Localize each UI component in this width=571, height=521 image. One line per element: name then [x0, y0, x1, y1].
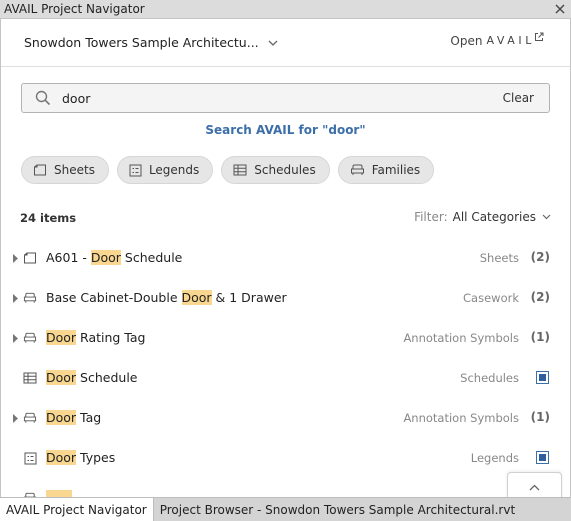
- item-count: (2): [530, 250, 550, 264]
- project-name: Snowdon Towers Sample Architectu...: [24, 35, 259, 50]
- search-highlight: Door: [46, 450, 77, 465]
- family-icon: [350, 164, 365, 176]
- legend-icon: [23, 451, 37, 465]
- search-highlight: Door: [46, 330, 77, 345]
- schedule-icon: [23, 371, 37, 385]
- legend-icon: [129, 164, 142, 177]
- search-highlight: Door: [90, 250, 121, 265]
- result-count: 24 items: [20, 211, 77, 225]
- list-item[interactable]: Door Rating Tag Annotation Symbols (1): [1, 318, 570, 358]
- search-highlight: Door: [181, 290, 212, 305]
- chip-legends[interactable]: Legends: [116, 156, 214, 184]
- clear-button[interactable]: Clear: [503, 91, 534, 105]
- item-name: Door Types: [46, 450, 116, 465]
- open-avail-prefix: Open: [450, 34, 483, 48]
- close-icon[interactable]: [553, 2, 567, 16]
- avail-brand: AVAIL: [486, 34, 535, 47]
- search-highlight: Door: [46, 410, 77, 425]
- tab-project-browser[interactable]: Project Browser - Snowdon Towers Sample …: [154, 498, 521, 521]
- navigator-panel: Snowdon Towers Sample Architectu... Open…: [0, 19, 571, 497]
- search-highlight: [46, 490, 72, 497]
- chevron-up-icon: [529, 480, 540, 494]
- window-titlebar: AVAIL Project Navigator: [0, 0, 571, 19]
- list-item[interactable]: [1, 478, 570, 497]
- item-category: Casework: [463, 291, 519, 305]
- search-input[interactable]: [62, 85, 482, 111]
- item-name-partial: [46, 490, 72, 497]
- item-count: (1): [530, 410, 550, 424]
- item-category: Schedules: [460, 371, 519, 385]
- item-category: Annotation Symbols: [403, 331, 519, 345]
- family-icon: [23, 331, 37, 345]
- family-icon: [23, 411, 37, 425]
- item-category: Annotation Symbols: [403, 411, 519, 425]
- list-item[interactable]: A601 - Door Schedule Sheets (2): [1, 238, 570, 278]
- item-name: Door Tag: [46, 410, 102, 425]
- item-category: Sheets: [479, 251, 519, 265]
- chip-label: Families: [371, 163, 421, 177]
- sheet-icon: [23, 251, 37, 265]
- list-item[interactable]: Door Tag Annotation Symbols (1): [1, 398, 570, 438]
- open-avail-button[interactable]: Open AVAIL: [450, 31, 544, 48]
- tab-avail-project-navigator[interactable]: AVAIL Project Navigator: [0, 498, 154, 521]
- chip-label: Legends: [148, 163, 200, 177]
- open-view-icon[interactable]: [536, 371, 549, 384]
- schedule-icon: [233, 164, 247, 176]
- expand-caret-icon[interactable]: [11, 413, 19, 423]
- chevron-down-icon: [268, 40, 278, 46]
- header-bar: Snowdon Towers Sample Architectu... Open…: [1, 19, 570, 67]
- item-count: (2): [530, 290, 550, 304]
- panel-tabs: AVAIL Project Navigator Project Browser …: [0, 497, 571, 521]
- project-dropdown[interactable]: Snowdon Towers Sample Architectu...: [24, 35, 278, 50]
- family-icon: [23, 291, 37, 305]
- category-filter[interactable]: Filter: All Categories: [414, 210, 551, 224]
- expand-caret-icon[interactable]: [11, 293, 19, 303]
- item-name: A601 - Door Schedule: [46, 250, 183, 265]
- chip-families[interactable]: Families: [337, 156, 435, 184]
- expand-caret-icon[interactable]: [11, 333, 19, 343]
- item-category: Legends: [470, 451, 519, 465]
- chevron-down-icon: [542, 214, 551, 220]
- search-icon: [22, 83, 62, 113]
- expand-caret-icon[interactable]: [11, 253, 19, 263]
- filter-label: Filter:: [414, 210, 448, 224]
- item-count: (1): [530, 330, 550, 344]
- category-chips: Sheets Legends Schedules Families: [21, 156, 442, 184]
- item-name: Door Schedule: [46, 370, 138, 385]
- search-avail-link[interactable]: Search AVAIL for "door": [1, 123, 570, 137]
- external-link-icon: [534, 31, 544, 45]
- chip-schedules[interactable]: Schedules: [221, 156, 330, 184]
- results-list: A601 - Door Schedule Sheets (2) Base Cab…: [1, 238, 570, 497]
- window-title: AVAIL Project Navigator: [4, 2, 145, 16]
- search-box: Clear: [21, 83, 550, 113]
- open-view-icon[interactable]: [536, 451, 549, 464]
- list-item[interactable]: Door Types Legends: [1, 438, 570, 478]
- item-name: Door Rating Tag: [46, 330, 146, 345]
- chip-label: Sheets: [54, 163, 95, 177]
- filter-value[interactable]: All Categories: [453, 210, 536, 224]
- list-item[interactable]: Base Cabinet-Double Door & 1 Drawer Case…: [1, 278, 570, 318]
- list-item[interactable]: Door Schedule Schedules: [1, 358, 570, 398]
- sheet-icon: [33, 164, 47, 176]
- chip-sheets[interactable]: Sheets: [21, 156, 109, 184]
- scroll-to-top-button[interactable]: [507, 472, 562, 497]
- chip-label: Schedules: [254, 163, 316, 177]
- item-name: Base Cabinet-Double Door & 1 Drawer: [46, 290, 287, 305]
- search-highlight: Door: [46, 370, 77, 385]
